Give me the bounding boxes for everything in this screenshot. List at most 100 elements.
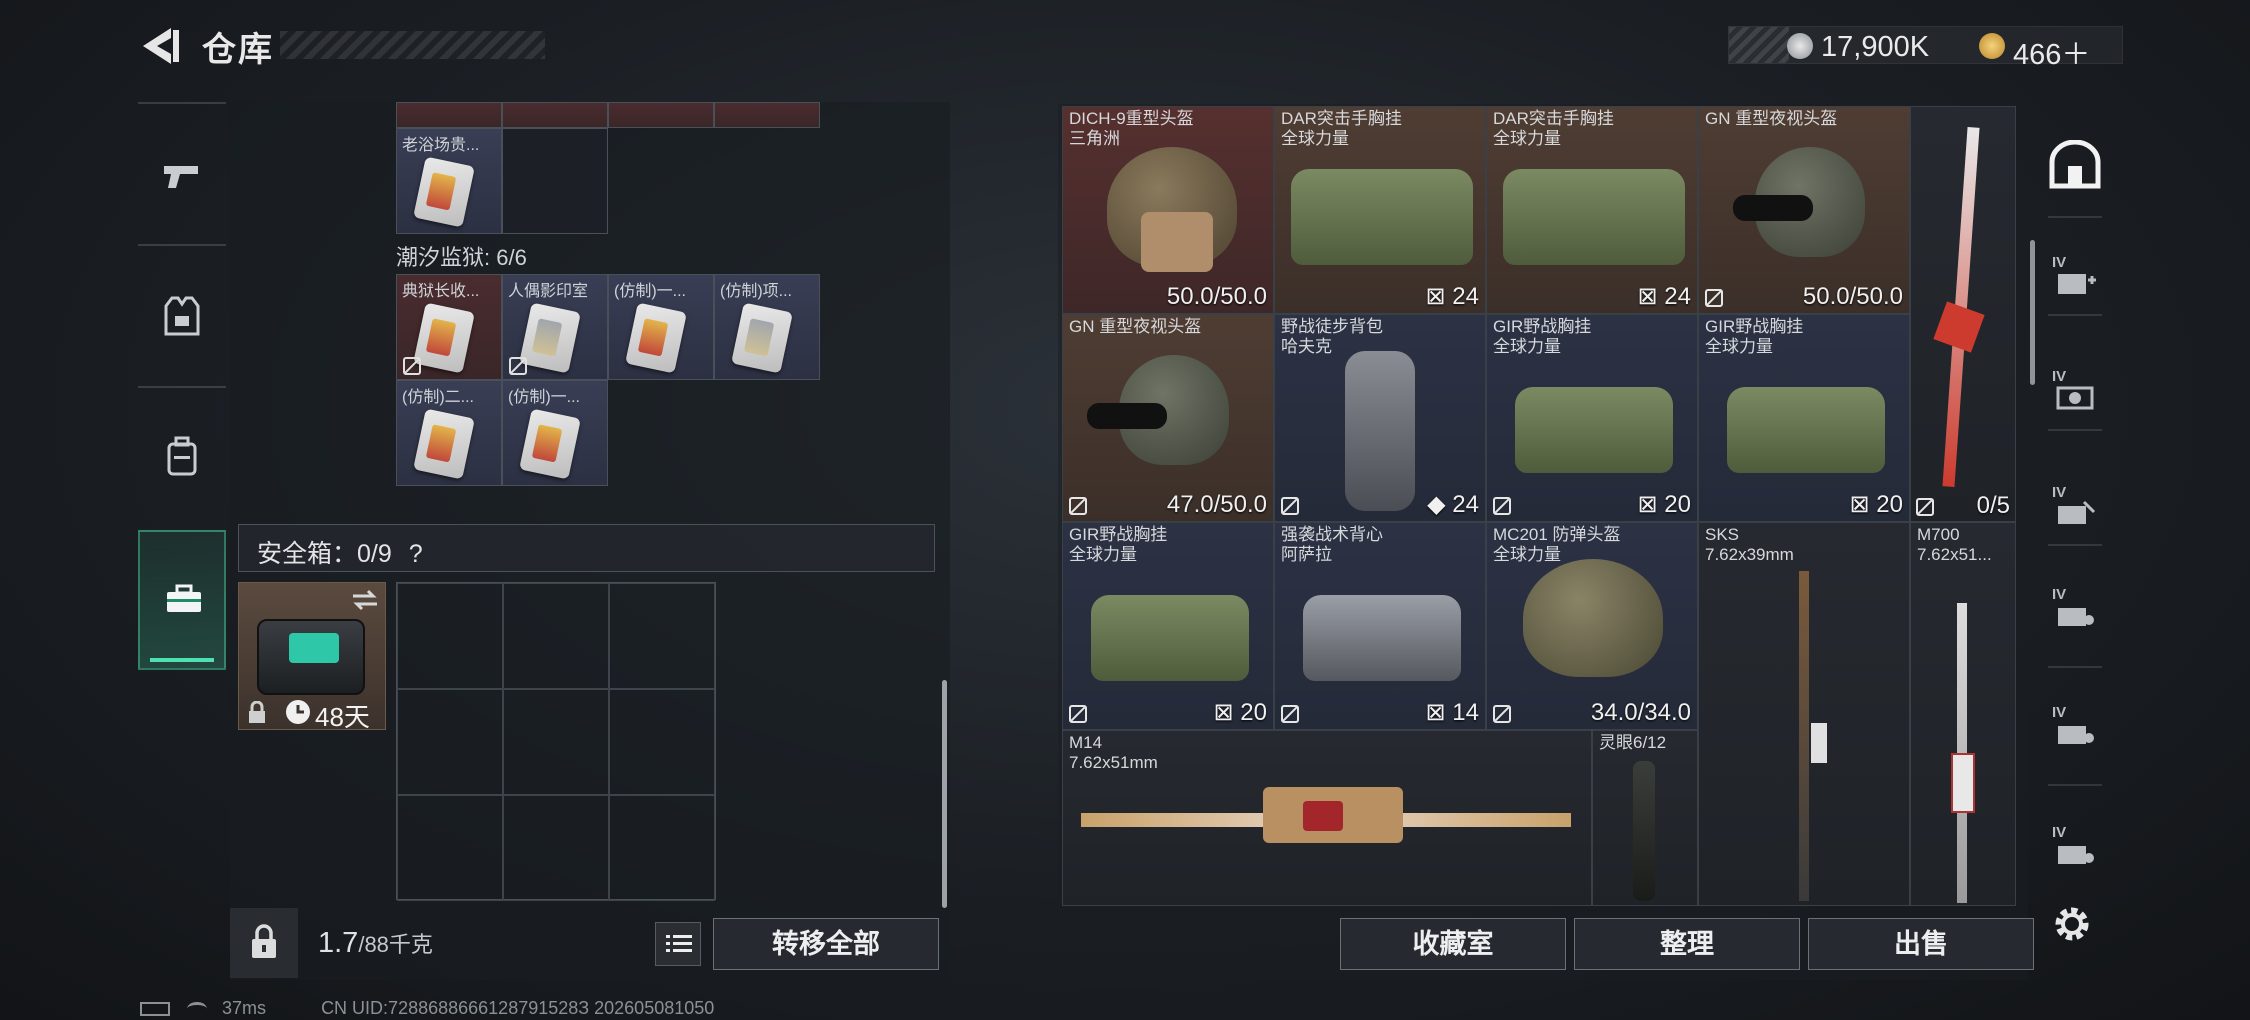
status-bar: 37ms CN UID:7288688666128791528З 2026050… (140, 998, 714, 1020)
stash-item-helmet[interactable]: MC201 防弹头盔 全球力量 34.0/34.0 (1486, 522, 1698, 730)
sort-button[interactable]: 整理 (1574, 918, 1800, 970)
stash-item-chest-rig[interactable]: DAR突击手胸挂 全球力量 ⊠ 24 (1274, 106, 1486, 314)
safebox-slot[interactable] (503, 689, 609, 795)
rail-divider (2048, 314, 2102, 316)
item-name: 人偶影印室 (508, 283, 589, 300)
stash-item-scope[interactable]: 灵眼6/12 (1592, 730, 1698, 906)
stash-expansion-2[interactable]: IV (2048, 368, 2102, 418)
safebox-slot[interactable] (609, 795, 715, 901)
item-name: (仿制)一... (508, 389, 580, 406)
safebox-capacity: 安全箱：0/9 (257, 540, 392, 568)
capacity: ⊠ 20 (1213, 699, 1267, 726)
player-uid: CN UID:7288688666128791528З 202605081050 (321, 998, 715, 1018)
partial-item-cell[interactable] (714, 102, 820, 128)
item-title: GIR野战胸挂 (1069, 525, 1168, 544)
safebox-slot[interactable] (397, 689, 503, 795)
all-items-tab[interactable] (2048, 139, 2102, 190)
list-view-button[interactable] (655, 922, 701, 966)
help-button[interactable]: ? (409, 540, 423, 568)
chest-rig-icon (1727, 387, 1885, 473)
sell-button[interactable]: 出售 (1808, 918, 2034, 970)
item-subtitle: 全球力量 (1493, 337, 1561, 356)
keycard-item[interactable]: (仿制)项... (714, 274, 820, 380)
stash-item-chest-rig[interactable]: GIR野战胸挂 全球力量 ⊠ 20 (1698, 314, 1910, 522)
partial-item-cell[interactable] (608, 102, 714, 128)
stash-item-backpack[interactable]: 野战徒步背包 哈夫克 ◆ 24 (1274, 314, 1486, 522)
stash-expansion-6[interactable]: IV (2048, 824, 2102, 874)
currency-bar: 17,900K 466＋ (1728, 26, 2123, 71)
inventory-scrollbar[interactable] (942, 680, 947, 908)
stash-expansion-4[interactable]: IV (2048, 586, 2102, 636)
tab-armor[interactable] (138, 246, 226, 386)
stash-item-sks[interactable]: SKS 7.62x39mm (1698, 522, 1910, 906)
chest-rig-icon (1503, 169, 1685, 265)
empty-slot[interactable] (502, 128, 608, 234)
capacity-value: 24 (1664, 283, 1691, 310)
stash-item-chest-rig[interactable]: GIR野战胸挂 全球力量 ⊠ 20 (1486, 314, 1698, 522)
stash-expansion-5[interactable]: IV (2048, 704, 2102, 754)
keycard-item[interactable]: 老浴场贵... (396, 128, 502, 234)
box-lock-icon (2058, 726, 2094, 744)
back-button[interactable] (135, 22, 185, 70)
stash-expansion-1[interactable]: IV (2048, 254, 2102, 304)
item-subtitle: 7.62x51mm (1069, 753, 1158, 772)
keycard-item[interactable]: (仿制)一... (608, 274, 714, 380)
stash-scrollbar[interactable] (2030, 240, 2035, 385)
tab-weapons[interactable] (138, 104, 226, 244)
item-subtitle: 7.62x39mm (1705, 545, 1794, 564)
safebox-slot[interactable] (503, 583, 609, 689)
rifle-stock (1951, 753, 1975, 813)
keycard-icon (625, 302, 687, 374)
stash-item-chest-rig[interactable]: DAR突击手胸挂 全球力量 ⊠ 24 (1486, 106, 1698, 314)
stash-item-nv-helmet[interactable]: GN 重型夜视头盔 50.0/50.0 (1698, 106, 1910, 314)
safebox-slot[interactable] (397, 583, 503, 689)
no-insure-icon (1493, 497, 1511, 515)
lock-button[interactable] (230, 908, 298, 978)
stash-item-m700[interactable]: M700 7.62x51... (1910, 522, 2016, 906)
stash-item-m14[interactable]: M14 7.62x51mm (1062, 730, 1592, 906)
transfer-all-button[interactable]: 转移全部 (713, 918, 939, 970)
capacity-value: 20 (1664, 491, 1691, 518)
no-insure-icon (509, 357, 527, 375)
tab-backpack[interactable] (138, 388, 226, 528)
gear-icon (2055, 907, 2089, 941)
keycard-icon (413, 302, 475, 374)
keycard-item[interactable]: (仿制)一... (502, 380, 608, 486)
partial-item-cell[interactable] (502, 102, 608, 128)
keycard-item[interactable]: 典狱长收... (396, 274, 502, 380)
durability: 50.0/50.0 (1802, 283, 1903, 310)
durability: 50.0/50.0 (1166, 283, 1267, 310)
safebox-slot[interactable] (397, 795, 503, 901)
chest-rig-icon (1091, 595, 1249, 681)
item-title: DAR突击手胸挂 (1493, 109, 1614, 128)
no-insure-icon (1069, 497, 1087, 515)
safebox-slot[interactable] (503, 795, 609, 901)
item-title: 强袭战术背心 (1281, 525, 1383, 544)
vest-icon (164, 296, 200, 336)
capacity: ⊠ 20 (1637, 491, 1691, 518)
stash-expansion-3[interactable]: IV (2048, 484, 2102, 534)
swap-icon[interactable] (351, 589, 379, 611)
magazine-count: 0/5 (1976, 492, 2010, 519)
stash-actions: 收藏室 整理 出售 (1340, 918, 2040, 970)
item-subtitle: 全球力量 (1493, 545, 1561, 564)
currency-secondary-value[interactable]: 466＋ (2013, 31, 2090, 73)
partial-item-cell[interactable] (396, 102, 502, 128)
settings-button[interactable] (2050, 902, 2094, 946)
collection-button[interactable]: 收藏室 (1340, 918, 1566, 970)
stash-item-sniper-rifle[interactable] (1910, 106, 2016, 522)
stash-item-vest[interactable]: 强袭战术背心 阿萨拉 ⊠ 14 (1274, 522, 1486, 730)
safebox-slot[interactable] (609, 583, 715, 689)
item-name: 老浴场贵... (402, 137, 480, 154)
stash-item-helmet[interactable]: DICH-9重型头盔 三角洲 50.0/50.0 (1062, 106, 1274, 314)
category-rail (138, 102, 226, 670)
keycard-item[interactable]: (仿制)二... (396, 380, 502, 486)
item-subtitle: 7.62x51... (1917, 545, 1992, 564)
safebox-item[interactable]: 48天 (238, 582, 386, 732)
keycard-item[interactable]: 人偶影印室 (502, 274, 608, 380)
safebox-slot[interactable] (609, 689, 715, 795)
tab-safebox[interactable] (138, 530, 226, 670)
rail-divider (2048, 429, 2102, 431)
stash-item-chest-rig[interactable]: GIR野战胸挂 全球力量 ⊠ 20 (1062, 522, 1274, 730)
stash-item-nv-helmet[interactable]: GN 重型夜视头盔 47.0/50.0 (1062, 314, 1274, 522)
